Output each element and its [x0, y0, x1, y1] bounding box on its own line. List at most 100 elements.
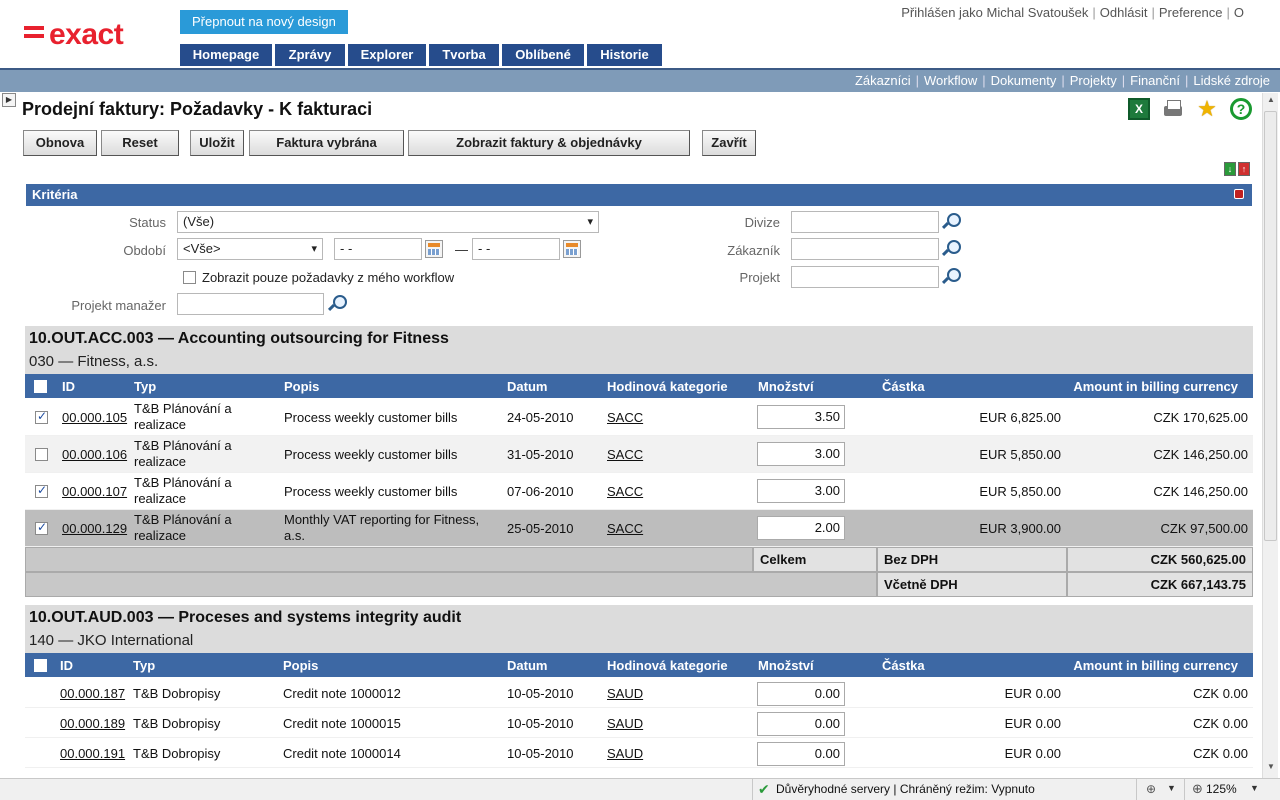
subnav-zakaznici[interactable]: Zákazníci	[855, 73, 911, 88]
zoom-dropdown-icon[interactable]: ▼	[1250, 783, 1259, 793]
project-lookup-icon[interactable]	[941, 267, 961, 287]
table-row[interactable]: 00.000.106 T&B Plánování a realizace Pro…	[25, 436, 1253, 473]
project-manager-lookup-icon[interactable]	[327, 294, 347, 314]
show-invoices-orders-button[interactable]: Zobrazit faktury & objednávky	[408, 130, 690, 156]
zoom-icon[interactable]: ⊕	[1192, 781, 1203, 797]
col-id[interactable]: ID	[60, 658, 73, 673]
customer-input[interactable]	[791, 238, 939, 260]
row-category-link[interactable]: SAUD	[607, 716, 643, 731]
row-id-link[interactable]: 00.000.129	[62, 521, 127, 536]
table-row[interactable]: 00.000.107 T&B Plánování a realizace Pro…	[25, 473, 1253, 510]
row-id-link[interactable]: 00.000.189	[60, 716, 125, 731]
row-category-link[interactable]: SAUD	[607, 746, 643, 761]
subnav-dokumenty[interactable]: Dokumenty	[991, 73, 1057, 88]
row-id-link[interactable]: 00.000.107	[62, 484, 127, 499]
col-billing-amount[interactable]: Amount in billing currency	[1073, 658, 1238, 673]
table-row[interactable]: 00.000.191 T&B Dobropisy Credit note 100…	[25, 738, 1253, 768]
row-quantity-input[interactable]: 3.00	[757, 442, 845, 466]
vertical-scrollbar[interactable]: ▲ ▼	[1262, 93, 1278, 778]
col-amount[interactable]: Částka	[882, 658, 925, 673]
protected-mode-globe-icon[interactable]: ⊕	[1146, 782, 1156, 796]
subnav-financni[interactable]: Finanční	[1130, 73, 1180, 88]
logged-in-user[interactable]: Přihlášen jako Michal Svatoušek	[901, 5, 1088, 20]
nav-oblibene[interactable]: Oblíbené	[502, 44, 584, 66]
side-panel-toggle-icon[interactable]: ▶	[2, 93, 16, 107]
row-quantity-input[interactable]: 0.00	[757, 682, 845, 706]
row-category-link[interactable]: SACC	[607, 410, 643, 425]
row-id-link[interactable]: 00.000.106	[62, 447, 127, 462]
workflow-only-checkbox[interactable]	[183, 271, 196, 284]
close-button[interactable]: Zavřít	[702, 130, 756, 156]
row-id-link[interactable]: 00.000.191	[60, 746, 125, 761]
table-row[interactable]: 00.000.189 T&B Dobropisy Credit note 100…	[25, 708, 1253, 738]
help-icon[interactable]: ?	[1230, 98, 1252, 120]
criteria-pin-icon[interactable]	[1234, 189, 1244, 199]
refresh-button[interactable]: Obnova	[23, 130, 97, 156]
logout-link[interactable]: Odhlásit	[1100, 5, 1148, 20]
subnav-lidske-zdroje[interactable]: Lidské zdroje	[1193, 73, 1270, 88]
row-category-link[interactable]: SACC	[607, 447, 643, 462]
row-checkbox[interactable]	[35, 409, 48, 424]
col-billing-amount[interactable]: Amount in billing currency	[1073, 379, 1238, 394]
col-type[interactable]: Typ	[134, 379, 156, 394]
col-date[interactable]: Datum	[507, 379, 547, 394]
row-quantity-input[interactable]: 0.00	[757, 742, 845, 766]
project-input[interactable]	[791, 266, 939, 288]
row-checkbox[interactable]	[35, 520, 48, 535]
col-description[interactable]: Popis	[283, 658, 318, 673]
preferences-link[interactable]: Preference	[1159, 5, 1223, 20]
col-type[interactable]: Typ	[133, 658, 155, 673]
date-to-calendar-icon[interactable]	[563, 240, 581, 258]
table-row[interactable]: 00.000.129 T&B Plánování a realizace Mon…	[25, 510, 1253, 547]
status-select[interactable]: (Vše)	[177, 211, 599, 233]
row-category-link[interactable]: SAUD	[607, 686, 643, 701]
subnav-projekty[interactable]: Projekty	[1070, 73, 1117, 88]
date-to-input[interactable]: - -	[472, 238, 560, 260]
col-date[interactable]: Datum	[507, 658, 547, 673]
invoice-selected-button[interactable]: Faktura vybrána	[249, 130, 404, 156]
table-row[interactable]: 00.000.105 T&B Plánování a realizace Pro…	[25, 399, 1253, 436]
period-select[interactable]: <Vše>	[177, 238, 323, 260]
nav-explorer[interactable]: Explorer	[348, 44, 426, 66]
scroll-down-arrow-icon[interactable]: ▼	[1265, 762, 1277, 776]
select-all-checkbox[interactable]	[34, 659, 47, 672]
col-hour-category[interactable]: Hodinová kategorie	[607, 658, 728, 673]
col-quantity[interactable]: Množství	[758, 379, 814, 394]
col-quantity[interactable]: Množství	[758, 658, 814, 673]
col-amount[interactable]: Částka	[882, 379, 925, 394]
row-quantity-input[interactable]: 2.00	[757, 516, 845, 540]
nav-tvorba[interactable]: Tvorba	[429, 44, 499, 66]
excel-export-icon[interactable]: X	[1128, 98, 1150, 120]
row-id-link[interactable]: 00.000.187	[60, 686, 125, 701]
division-lookup-icon[interactable]	[941, 212, 961, 232]
division-input[interactable]	[791, 211, 939, 233]
reset-button[interactable]: Reset	[101, 130, 179, 156]
select-all-checkbox[interactable]	[34, 380, 47, 393]
date-from-input[interactable]: - -	[334, 238, 422, 260]
row-id-link[interactable]: 00.000.105	[62, 410, 127, 425]
switch-design-button[interactable]: Přepnout na nový design	[180, 10, 348, 34]
about-link[interactable]: O	[1234, 5, 1244, 20]
row-quantity-input[interactable]: 3.00	[757, 479, 845, 503]
col-id[interactable]: ID	[62, 379, 75, 394]
collapse-all-icon[interactable]: ↑	[1238, 162, 1250, 176]
col-description[interactable]: Popis	[284, 379, 319, 394]
project-manager-input[interactable]	[177, 293, 324, 315]
nav-historie[interactable]: Historie	[587, 44, 662, 66]
row-quantity-input[interactable]: 3.50	[757, 405, 845, 429]
protected-mode-dropdown-icon[interactable]: ▼	[1167, 783, 1176, 793]
subnav-workflow[interactable]: Workflow	[924, 73, 977, 88]
save-button[interactable]: Uložit	[190, 130, 244, 156]
row-checkbox[interactable]	[35, 483, 48, 498]
row-category-link[interactable]: SACC	[607, 521, 643, 536]
criteria-header[interactable]: Kritéria	[26, 184, 1252, 206]
nav-zpravy[interactable]: Zprávy	[275, 44, 345, 66]
zoom-level[interactable]: 125%	[1206, 782, 1237, 796]
print-icon[interactable]	[1162, 98, 1184, 120]
expand-all-icon[interactable]: ↓	[1224, 162, 1236, 176]
scroll-up-arrow-icon[interactable]: ▲	[1265, 95, 1277, 109]
col-hour-category[interactable]: Hodinová kategorie	[607, 379, 728, 394]
scroll-thumb[interactable]	[1264, 111, 1277, 541]
row-checkbox[interactable]	[35, 448, 48, 461]
add-favorite-icon[interactable]: ★	[1196, 98, 1218, 120]
